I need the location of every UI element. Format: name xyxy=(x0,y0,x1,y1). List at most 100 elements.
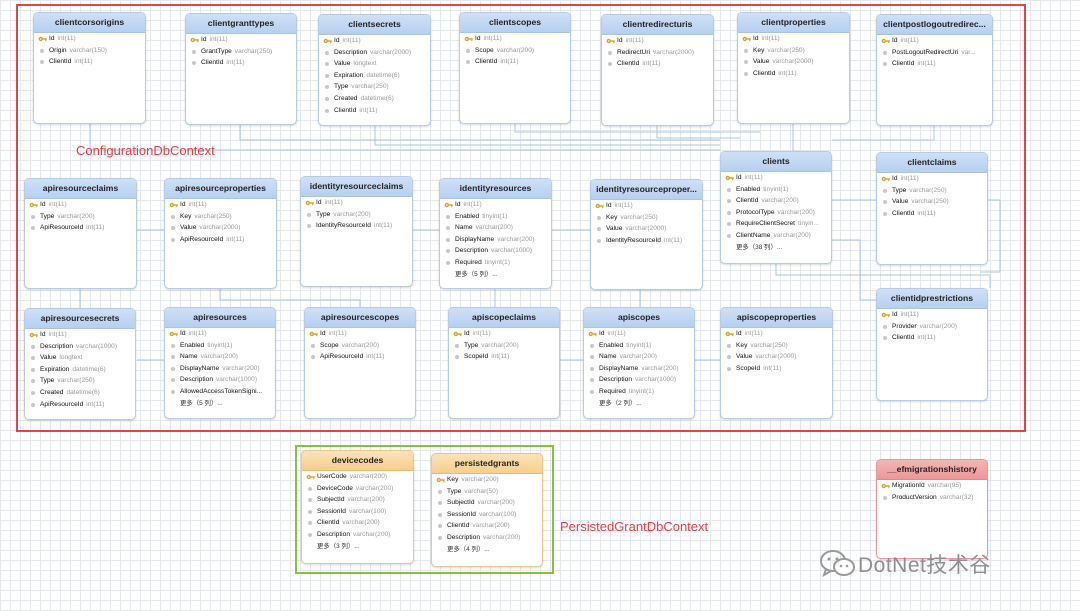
column-type: varchar(2000) xyxy=(755,353,797,361)
table-apiresources[interactable]: apiresources Id int(11) Enabled tinyint(1) Na… xyxy=(164,307,276,419)
table-apiresourceclaims[interactable]: apiresourceclaims Id int(11) Type varchar(20… xyxy=(24,178,137,289)
table-header[interactable]: clientproperties xyxy=(738,13,849,33)
table-header[interactable]: devicecodes xyxy=(302,451,413,471)
column-row: Description varchar(200) xyxy=(432,532,542,544)
table-header[interactable]: clientpostlogoutredirec... xyxy=(877,15,992,35)
column-type: varchar(150) xyxy=(69,46,107,54)
column-dot-icon xyxy=(883,211,887,216)
table-header[interactable]: apiresources xyxy=(165,308,275,328)
table-header[interactable]: apiresourceclaims xyxy=(25,179,136,199)
table-header[interactable]: identityresourceclaims xyxy=(301,177,412,197)
table-clientidprestrictions[interactable]: clientidprestrictions Id int(11) Provider va… xyxy=(876,288,988,401)
column-name: Id xyxy=(606,202,612,209)
table-identityresourceclaims[interactable]: identityresourceclaims Id int(11) Type varch… xyxy=(300,176,413,287)
column-type: varchar(200) xyxy=(355,484,394,492)
table-header[interactable]: clientcorsorigins xyxy=(34,13,145,33)
table-apiscopes[interactable]: apiscopes Id int(11) Enabled tinyint(1) Name v… xyxy=(583,307,695,419)
table-clientclaims[interactable]: clientclaims Id int(11) Type varchar(250) Val… xyxy=(876,152,988,265)
column-type: tinyint(1) xyxy=(763,185,789,193)
column-dot-icon xyxy=(590,378,594,383)
group-label-configuration: ConfigurationDbContext xyxy=(76,143,215,158)
table-header[interactable]: identityresources xyxy=(440,179,551,199)
column-row: Name varchar(200) xyxy=(584,351,694,363)
column-type: int(11) xyxy=(761,35,780,42)
table-header[interactable]: clientsecrets xyxy=(319,15,430,35)
column-dot-icon xyxy=(446,226,450,231)
column-name: Id xyxy=(455,201,461,208)
table-header[interactable]: clientidprestrictions xyxy=(877,289,987,309)
table-apiresourceproperties[interactable]: apiresourceproperties Id int(11) Key varchar… xyxy=(164,178,277,289)
column-row: Id int(11) xyxy=(602,35,713,47)
table-clientredirecturis[interactable]: clientredirecturis Id int(11) RedirectUri va… xyxy=(601,14,714,126)
more-columns[interactable]: 更多（4 列）... xyxy=(432,544,542,556)
table-efmigrationshistory[interactable]: __efmigrationshistory MigrationId varchar(… xyxy=(876,459,988,559)
more-columns[interactable]: 更多（5 列）... xyxy=(165,398,275,410)
table-header[interactable]: clientgranttypes xyxy=(186,14,296,34)
table-apiscopeclaims[interactable]: apiscopeclaims Id int(11) Type varchar(200) S… xyxy=(448,307,560,419)
more-columns[interactable]: 更多（3 列）... xyxy=(302,541,413,553)
table-header[interactable]: __efmigrationshistory xyxy=(877,460,987,480)
column-row: Expiration datetime(6) xyxy=(319,70,430,82)
column-name: Id xyxy=(475,35,481,42)
table-header[interactable]: apiresourcescopes xyxy=(305,308,415,328)
column-name: ApiResourceId xyxy=(180,235,224,243)
column-dot-icon xyxy=(307,224,311,229)
more-columns[interactable]: 更多（5 列）... xyxy=(440,269,551,281)
column-name: Type xyxy=(40,212,55,220)
table-header[interactable]: apiresourceproperties xyxy=(165,179,276,199)
column-row: ClientId int(11) xyxy=(877,332,987,344)
column-dot-icon xyxy=(31,226,35,231)
column-row: Key varchar(250) xyxy=(721,340,832,352)
column-name: Id xyxy=(892,311,898,318)
column-name: Value xyxy=(892,198,909,206)
table-identityresources[interactable]: identityresources Id int(11) Enabled tinyint… xyxy=(439,178,552,289)
table-clientscopes[interactable]: clientscopes Id int(11) Scope varchar(200) Cl… xyxy=(459,12,571,124)
column-type: varchar(1000) xyxy=(490,247,533,255)
column-row: ApiResourceId int(11) xyxy=(305,351,415,363)
column-type: varchar(200) xyxy=(475,224,513,232)
table-apiscopeproperties[interactable]: apiscopeproperties Id int(11) Key varchar(25… xyxy=(720,307,833,419)
column-dot-icon xyxy=(883,62,887,67)
table-header[interactable]: clientclaims xyxy=(877,153,987,173)
column-type: int(11) xyxy=(188,330,207,337)
table-header[interactable]: clientredirecturis xyxy=(602,15,713,35)
table-header[interactable]: apiresourcesecrets xyxy=(25,309,135,329)
column-name: ClientId xyxy=(892,60,915,68)
column-row: Value varchar(2000) xyxy=(165,222,276,234)
column-name: Id xyxy=(201,36,207,43)
column-type: varchar(250) xyxy=(911,198,949,206)
table-clientsecrets[interactable]: clientsecrets Id int(11) Description varchar… xyxy=(318,14,431,126)
table-clientcorsorigins[interactable]: clientcorsorigins Id int(11) Origin varchar(… xyxy=(33,12,146,124)
column-row: IdentityResourceId int(11) xyxy=(591,235,702,247)
more-columns[interactable]: 更多（2 列）... xyxy=(584,398,694,410)
column-name: ClientId xyxy=(753,69,776,77)
column-dot-icon xyxy=(311,343,315,348)
more-columns[interactable]: 更多（38 列）... xyxy=(721,242,831,254)
key-icon xyxy=(881,38,890,44)
table-header[interactable]: identityresourceproper... xyxy=(591,180,702,200)
column-type: varchar(100) xyxy=(478,510,517,518)
table-header[interactable]: apiscopeclaims xyxy=(449,308,559,328)
table-clientgranttypes[interactable]: clientgranttypes Id int(11) GrantType varcha… xyxy=(185,13,297,125)
table-header[interactable]: persistedgrants xyxy=(432,454,542,474)
column-name: Id xyxy=(40,201,46,208)
table-header[interactable]: clientscopes xyxy=(460,13,570,33)
column-dot-icon xyxy=(597,227,601,232)
column-row: Key varchar(200) xyxy=(432,474,542,486)
column-type: varchar(200) xyxy=(761,197,799,205)
table-header[interactable]: clients xyxy=(721,152,831,172)
table-header[interactable]: apiscopes xyxy=(584,308,694,328)
table-apiresourcescopes[interactable]: apiresourcescopes Id int(11) Scope varchar(2… xyxy=(304,307,416,419)
table-devicecodes[interactable]: devicecodes UserCode varchar(200) DeviceCod… xyxy=(301,450,414,564)
table-apiresourcesecrets[interactable]: apiresourcesecrets Id int(11) Description va… xyxy=(24,308,136,420)
table-clientpostlogoutredirec[interactable]: clientpostlogoutredirec... Id int(11) PostL… xyxy=(876,14,993,126)
key-icon xyxy=(305,200,314,206)
table-persistedgrants[interactable]: persistedgrants Key varchar(200) Type varcha… xyxy=(431,453,543,567)
table-clients[interactable]: clients Id int(11) Enabled tinyint(1) ClientI… xyxy=(720,151,832,264)
table-header[interactable]: apiscopeproperties xyxy=(721,308,832,328)
column-type: varchar(2000) xyxy=(369,48,412,56)
column-name: Type xyxy=(40,377,55,385)
table-identityresourceproper[interactable]: identityresourceproper... Id int(11) Key var… xyxy=(590,179,703,290)
column-type: varchar(100) xyxy=(348,507,387,515)
table-clientproperties[interactable]: clientproperties Id int(11) Key varchar(250)… xyxy=(737,12,850,124)
